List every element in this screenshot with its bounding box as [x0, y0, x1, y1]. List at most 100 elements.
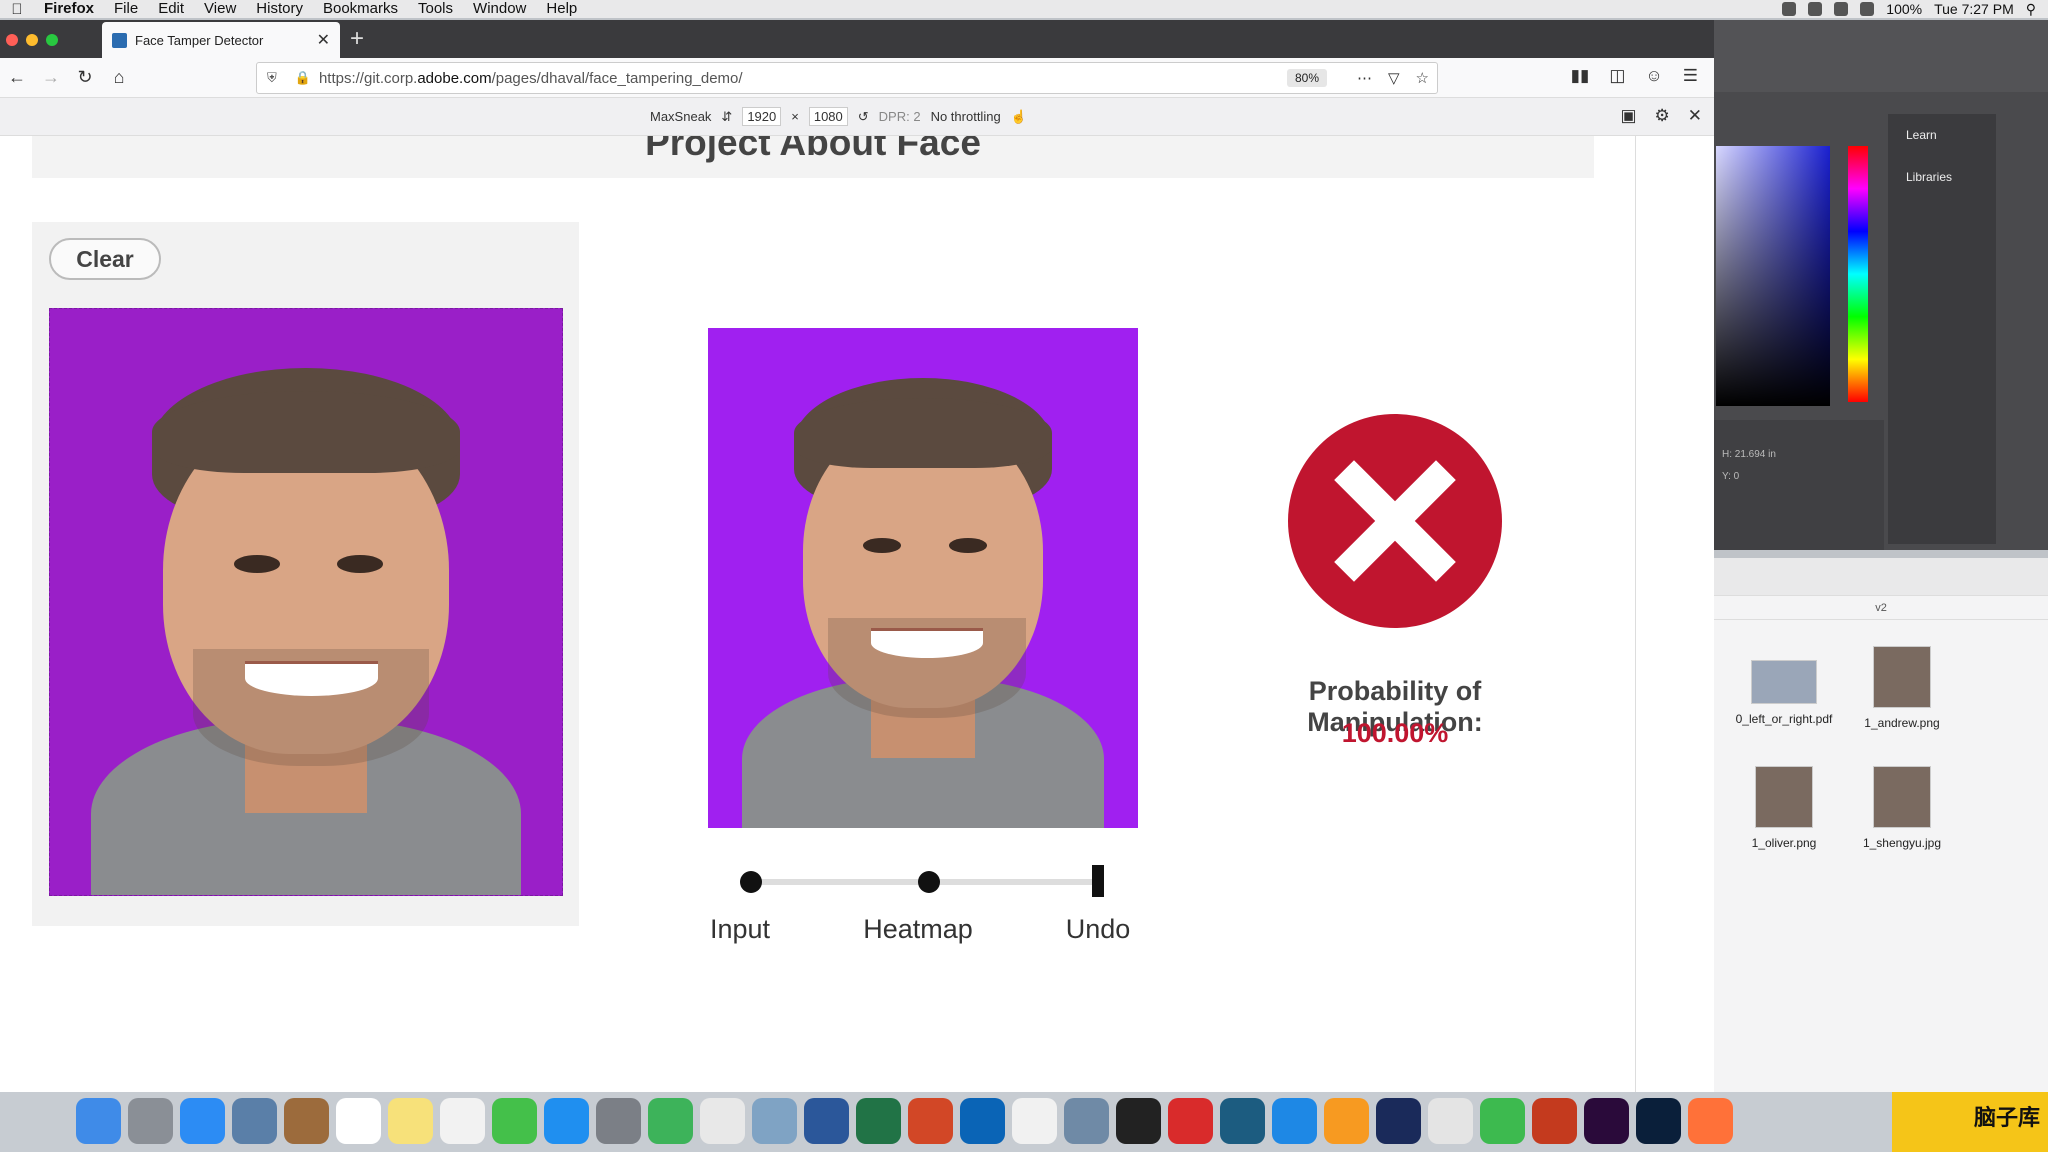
finder-app-icon[interactable] [76, 1098, 121, 1144]
hamburger-menu-icon[interactable]: ☰ [1683, 66, 1698, 86]
zoom-level-badge[interactable]: 80% [1286, 69, 1327, 87]
close-window-icon[interactable] [6, 34, 18, 46]
account-icon[interactable]: ☺ [1645, 66, 1662, 86]
menu-help[interactable]: Help [536, 0, 587, 18]
forward-icon[interactable]: → [34, 67, 68, 88]
viewport-width-input[interactable]: 1920 [742, 107, 782, 126]
menubar-clock[interactable]: Tue 7:27 PM [1934, 1, 2014, 17]
slider-stop-input[interactable] [740, 871, 762, 893]
apple-menu-icon[interactable]:  [0, 1, 34, 18]
touch-simulation-icon[interactable]: ☝ [1011, 109, 1027, 125]
excel-app-icon[interactable] [856, 1098, 901, 1144]
firefox-app-icon[interactable] [1688, 1098, 1733, 1144]
wifi-icon[interactable] [1834, 2, 1849, 16]
file-item[interactable]: 0_left_or_right.pdf [1724, 650, 1844, 726]
url-text[interactable]: https://git.corp.adobe.com/pages/dhaval/… [319, 70, 1287, 87]
reminders-app-icon[interactable] [440, 1098, 485, 1144]
home-icon[interactable]: ⌂ [102, 67, 136, 88]
photoshop-app-icon[interactable] [1636, 1098, 1681, 1144]
keyboard-app-icon[interactable] [1428, 1098, 1473, 1144]
bookmark-star-icon[interactable]: ☆ [1416, 69, 1429, 87]
libraries-panel-tab[interactable]: Libraries [1888, 156, 1996, 198]
input-photo[interactable] [49, 308, 563, 896]
sidebar-icon[interactable]: ◫ [1609, 66, 1625, 86]
screen-app-icon[interactable] [1064, 1098, 1109, 1144]
device-select[interactable]: MaxSneak [650, 109, 711, 124]
new-tab-icon[interactable]: + [350, 25, 364, 53]
notes-app-icon[interactable] [284, 1098, 329, 1144]
vscode-app-icon[interactable] [1272, 1098, 1317, 1144]
script-app-icon[interactable] [648, 1098, 693, 1144]
calendar-app-icon[interactable] [336, 1098, 381, 1144]
slider-label-input[interactable]: Input [710, 914, 770, 945]
tab-face-tamper-detector[interactable]: Face Tamper Detector ✕ [102, 22, 340, 58]
library-icon[interactable]: ▮▮ [1571, 66, 1590, 86]
reload-icon[interactable]: ↻ [68, 67, 102, 88]
tab-close-icon[interactable]: ✕ [317, 30, 330, 50]
learn-panel-tab[interactable]: Learn [1888, 114, 1996, 156]
evernote-app-icon[interactable] [1480, 1098, 1525, 1144]
zoom-window-icon[interactable] [46, 34, 58, 46]
file-item[interactable]: 1_andrew.png [1842, 646, 1962, 730]
menu-edit[interactable]: Edit [148, 0, 194, 18]
menu-window[interactable]: Window [463, 0, 536, 18]
premiere-app-icon[interactable] [1584, 1098, 1629, 1144]
menu-view[interactable]: View [194, 0, 246, 18]
quicktime-app-icon[interactable] [1220, 1098, 1265, 1144]
dropbox-icon[interactable] [1782, 2, 1797, 16]
viewport-height-input[interactable]: 1080 [808, 107, 848, 126]
slider-label-heatmap[interactable]: Heatmap [863, 914, 973, 945]
slider-handle[interactable] [1092, 865, 1104, 897]
preview-app-icon[interactable] [232, 1098, 277, 1144]
spotlight-search-icon[interactable]: ⚲ [2026, 1, 2036, 18]
word-app-icon[interactable] [804, 1098, 849, 1144]
slider-label-undo[interactable]: Undo [1066, 914, 1131, 945]
hue-slider[interactable] [1848, 146, 1868, 402]
stickies-app-icon[interactable] [388, 1098, 433, 1144]
throttling-select[interactable]: No throttling [931, 109, 1001, 124]
clear-button[interactable]: Clear [49, 238, 161, 280]
amazon-music-app-icon[interactable] [1376, 1098, 1421, 1144]
creative-cloud-app-icon[interactable] [1168, 1098, 1213, 1144]
app-store-app-icon[interactable] [544, 1098, 589, 1144]
lock-icon[interactable]: 🔒 [295, 70, 311, 86]
facetime-app-icon[interactable] [492, 1098, 537, 1144]
url-bar[interactable]: ⛨ 🔒 https://git.corp.adobe.com/pages/dha… [256, 62, 1438, 94]
battery-percentage[interactable]: 100% [1886, 1, 1922, 17]
device-select-chevron-icon[interactable]: ⇵ [721, 109, 732, 125]
menu-file[interactable]: File [104, 0, 148, 18]
slider-stop-heatmap[interactable] [918, 871, 940, 893]
color-picker-field[interactable] [1716, 146, 1830, 406]
outlook-app-icon[interactable] [960, 1098, 1005, 1144]
slack-app-icon[interactable] [1012, 1098, 1057, 1144]
matlab-app-icon[interactable] [1532, 1098, 1577, 1144]
powerpoint-app-icon[interactable] [908, 1098, 953, 1144]
menu-app-firefox[interactable]: Firefox [34, 0, 104, 18]
minimize-window-icon[interactable] [26, 34, 38, 46]
screenshot-icon[interactable]: ▣ [1620, 106, 1636, 126]
safari-app-icon[interactable] [180, 1098, 225, 1144]
menu-history[interactable]: History [246, 0, 313, 18]
page-actions-icon[interactable]: ⋯ [1357, 69, 1372, 87]
launchpad-app-icon[interactable] [128, 1098, 173, 1144]
close-rdm-icon[interactable]: ✕ [1688, 106, 1702, 126]
chrome-app-icon[interactable] [700, 1098, 745, 1144]
file-item[interactable]: 1_oliver.png [1724, 766, 1844, 850]
terminal-app-icon[interactable] [1116, 1098, 1161, 1144]
network-app-icon[interactable] [752, 1098, 797, 1144]
back-icon[interactable]: ← [0, 67, 34, 88]
rotate-icon[interactable]: ↺ [858, 109, 869, 125]
volume-icon[interactable] [1860, 2, 1875, 16]
file-item[interactable]: 1_shengyu.jpg [1842, 766, 1962, 850]
settings-gear-icon[interactable]: ⚙ [1655, 106, 1670, 126]
menu-bookmarks[interactable]: Bookmarks [313, 0, 408, 18]
shield-icon[interactable]: ⛨ [267, 70, 277, 86]
pocket-icon[interactable]: ▽ [1388, 69, 1400, 87]
dpr-select[interactable]: DPR: 2 [879, 109, 921, 124]
creative-cloud-icon[interactable] [1808, 2, 1823, 16]
menu-tools[interactable]: Tools [408, 0, 463, 18]
view-mode-slider[interactable] [740, 865, 1104, 897]
system-preferences-app-icon[interactable] [596, 1098, 641, 1144]
page-title: Project About Face [645, 136, 981, 163]
sublime-app-icon[interactable] [1324, 1098, 1369, 1144]
